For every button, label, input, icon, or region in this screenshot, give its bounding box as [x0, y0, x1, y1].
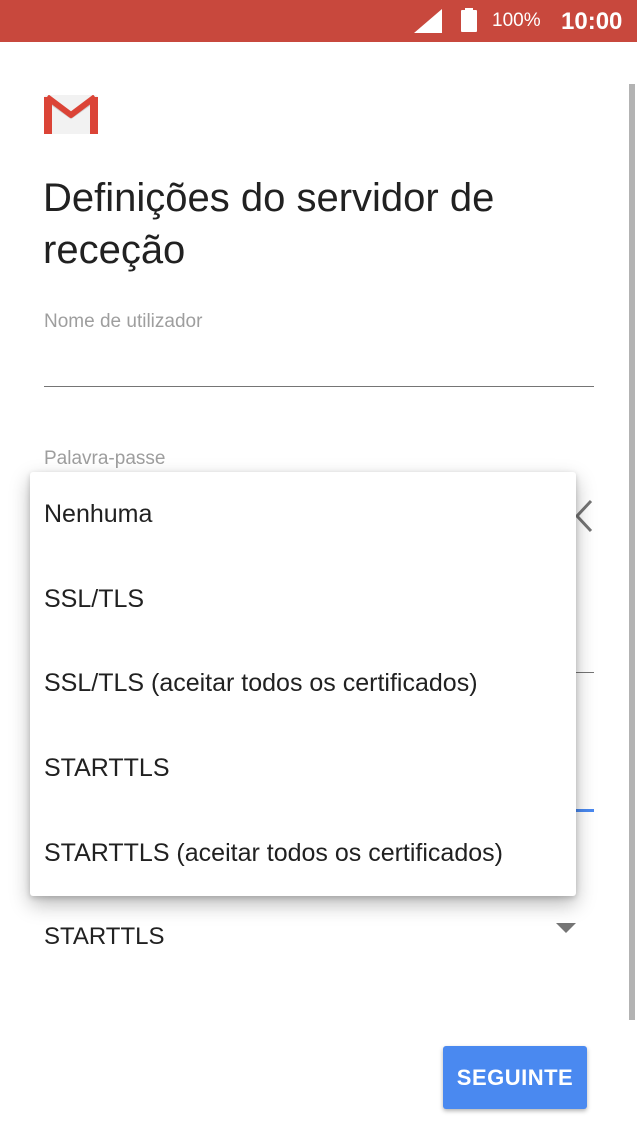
security-options-menu: Nenhuma SSL/TLS SSL/TLS (aceitar todos o…: [30, 472, 576, 896]
username-input[interactable]: [44, 340, 594, 380]
scrollbar[interactable]: [629, 84, 635, 1020]
show-password-icon[interactable]: [573, 498, 595, 534]
security-type-value: STARTTLS: [44, 923, 165, 950]
security-option-ssl-tls[interactable]: SSL/TLS: [30, 557, 576, 642]
security-option-none[interactable]: Nenhuma: [30, 472, 576, 557]
security-option-ssl-tls-all-certs[interactable]: SSL/TLS (aceitar todos os certificados): [30, 642, 576, 727]
signal-icon: [414, 9, 442, 33]
next-button[interactable]: SEGUINTE: [443, 1046, 587, 1109]
security-option-starttls-all-certs[interactable]: STARTTLS (aceitar todos os certificados): [30, 811, 576, 896]
battery-percentage: 100%: [492, 10, 541, 31]
gmail-icon: [44, 95, 98, 134]
battery-icon: [461, 8, 477, 32]
username-underline: [44, 386, 594, 387]
page-title: Definições do servidor de receção: [43, 176, 495, 272]
clock: 10:00: [561, 8, 623, 35]
dropdown-arrow-icon: [556, 923, 576, 933]
password-label: Palavra-passe: [44, 448, 166, 469]
status-bar: 100% 10:00: [0, 0, 637, 42]
username-label: Nome de utilizador: [44, 311, 203, 332]
security-type-select[interactable]: STARTTLS: [44, 920, 594, 960]
security-option-starttls[interactable]: STARTTLS: [30, 726, 576, 811]
password-underline: [574, 672, 594, 673]
server-field-underline: [576, 809, 594, 812]
